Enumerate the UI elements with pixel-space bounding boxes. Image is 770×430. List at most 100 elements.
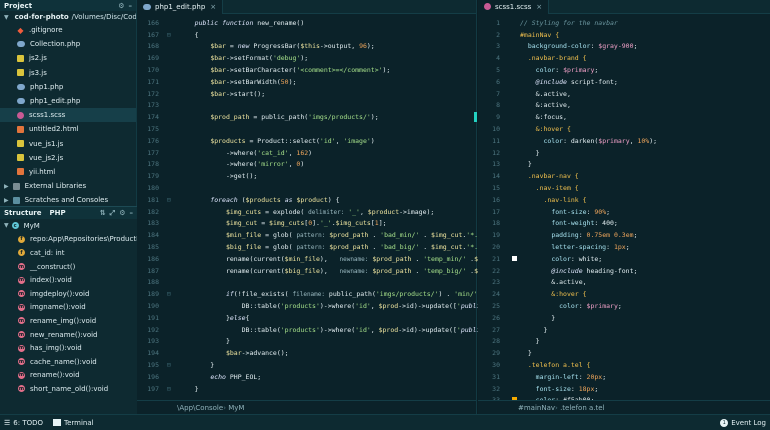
file-item[interactable]: js2.js (0, 51, 136, 65)
code-line[interactable]: 186 rename(current($min_file), newname: … (137, 253, 525, 265)
tab-php[interactable]: PHP (50, 209, 66, 217)
code-line[interactable]: 17 font-size: 90%; (478, 206, 770, 218)
code-line[interactable]: 175 (137, 123, 476, 135)
structure-class[interactable]: ▼ c MyM (0, 219, 137, 233)
sort-icon[interactable]: ⇅ (100, 209, 106, 218)
code-line[interactable]: 8 &:active, (478, 100, 770, 112)
structure-member[interactable]: m imgname():void (0, 301, 137, 315)
file-item[interactable]: untitled2.html (0, 122, 136, 136)
code-line[interactable]: 195 ⊟ } (137, 359, 476, 371)
file-item[interactable]: vue_js1.js (0, 137, 136, 151)
chevron-down-icon[interactable]: ▼ (4, 14, 9, 21)
file-item[interactable]: yii.html (0, 165, 136, 179)
code-line[interactable]: 177 ->where('cat_id', 162) (137, 147, 476, 159)
code-line[interactable]: 183 $img_cut = $img_cuts[0].'_'.$img_cut… (137, 218, 476, 230)
code-line[interactable]: 180 (137, 182, 476, 194)
code-line[interactable]: 13 } (478, 159, 770, 171)
structure-member[interactable]: f cat_id: int (0, 246, 137, 260)
breadcrumb-item[interactable]: MyM (223, 404, 244, 412)
code-line[interactable]: 168 $bar = new ProgressBar($this->output… (137, 41, 476, 53)
project-title[interactable]: Project (4, 2, 32, 10)
todo-tool[interactable]: ☰ 6: TODO (4, 419, 43, 427)
code-area-right[interactable]: 1 // Styling for the navbar 2 #mainNav {3 b… (478, 17, 770, 406)
settings-icon[interactable]: ⚙ (119, 209, 125, 218)
structure-member[interactable]: m __construct() (0, 260, 137, 274)
code-line[interactable]: 174 $prod_path = public_path('imgs/produ… (137, 111, 476, 123)
code-line[interactable]: 172 $bar->start(); (137, 88, 476, 100)
code-line[interactable]: 19 padding: 0.75em 0.3em; (478, 229, 770, 241)
code-line[interactable]: 27 } (478, 324, 770, 336)
chevron-down-icon[interactable]: ▼ (4, 222, 9, 229)
code-line[interactable]: 185 $big_file = glob( pattern: $prod_pat… (137, 241, 501, 253)
code-line[interactable]: 178 ->where('mirror', 0) (137, 159, 476, 171)
structure-member[interactable]: m rename_img():void (0, 314, 137, 328)
code-line[interactable]: 24 &:hover { (478, 288, 770, 300)
code-line[interactable]: 190 DB::table('products')->where('id', $… (137, 300, 519, 312)
external-libraries[interactable]: ▶ External Libraries (0, 179, 136, 193)
code-line[interactable]: 15 .nav-item { (478, 182, 770, 194)
structure-member[interactable]: f repo:App\Repositories\ProductRepo (0, 233, 137, 247)
code-line[interactable]: 167 ⊟ { (137, 29, 476, 41)
file-item[interactable]: js3.js (0, 66, 136, 80)
code-line[interactable]: 179 ->get(); (137, 170, 476, 182)
structure-member[interactable]: m imgdeploy():void (0, 287, 137, 301)
tab-structure[interactable]: Structure (4, 209, 42, 217)
project-root[interactable]: ▼ cod-for-photo /Volumes/Disc/Code/cod… (0, 11, 136, 23)
code-line[interactable]: 14 .navbar-nav { (478, 170, 770, 182)
structure-member[interactable]: m short_name_old():void (0, 382, 137, 396)
event-log-tool[interactable]: 1 Event Log (720, 418, 766, 427)
code-line[interactable]: 25 color: $primary; (478, 300, 770, 312)
structure-member[interactable]: m index():void (0, 273, 137, 287)
code-line[interactable]: 184 $min_file = glob( pattern: $prod_pat… (137, 229, 501, 241)
code-line[interactable]: 20 letter-spacing: 1px; (478, 241, 770, 253)
tab-scss1[interactable]: scss1.scss × (478, 0, 550, 14)
code-line[interactable]: 4 .navbar-brand { (478, 52, 770, 64)
code-line[interactable]: 173 (137, 100, 476, 112)
file-item[interactable]: php1.php (0, 80, 136, 94)
code-line[interactable]: 28 } (478, 336, 770, 348)
breadcrumb-item[interactable]: #mainNav (518, 404, 555, 412)
minimize-icon[interactable]: – (129, 2, 133, 10)
code-line[interactable]: 191 }else{ (137, 312, 476, 324)
terminal-tool[interactable]: Terminal (53, 419, 94, 427)
file-item[interactable]: ◆ .gitignore (0, 23, 136, 37)
code-line[interactable]: 26 } (478, 312, 770, 324)
settings-icon[interactable]: ⚙ (118, 2, 124, 10)
close-icon[interactable]: × (536, 3, 542, 11)
code-line[interactable]: 1 // Styling for the navbar (478, 17, 770, 29)
code-line[interactable]: 170 $bar->setBarCharacter('<comment>=</c… (137, 64, 476, 76)
structure-member[interactable]: m rename():void (0, 369, 137, 383)
minimize-icon[interactable]: – (130, 209, 134, 218)
code-line[interactable]: 31 margin-left: 20px; (478, 371, 770, 383)
code-line[interactable]: 166 public function new_rename() (137, 17, 476, 29)
code-line[interactable]: 194 $bar->advance(); (137, 347, 476, 359)
code-line[interactable]: 10 &:hover { (478, 123, 770, 135)
code-line[interactable]: 176 $products = Product::select('id', 'i… (137, 135, 476, 147)
file-item[interactable]: Collection.php (0, 37, 136, 51)
chevron-right-icon[interactable]: ▶ (4, 183, 9, 190)
code-line[interactable]: 9 &:focus, (478, 111, 770, 123)
tab-php1-edit[interactable]: php1_edit.php × (137, 0, 224, 14)
breadcrumb-item[interactable]: \App\Console (177, 404, 223, 412)
code-line[interactable]: 30 .telefon a.tel { (478, 359, 770, 371)
structure-member[interactable]: m cache_name():void (0, 355, 137, 369)
file-item[interactable]: php1_edit.php (0, 94, 136, 108)
code-line[interactable]: 192 DB::table('products')->where('id', $… (137, 324, 519, 336)
code-line[interactable]: 6 @include script-font; (478, 76, 770, 88)
code-line[interactable]: 3 background-color: $gray-900; (478, 41, 770, 53)
code-line[interactable]: 189 ⊟ if(!file_exists( filename: public_p… (137, 288, 528, 300)
code-line[interactable]: 193 } (137, 336, 476, 348)
code-line[interactable]: 187 rename(current($big_file), newname: … (137, 265, 525, 277)
code-line[interactable]: 197 ⊟ } (137, 383, 476, 395)
code-line[interactable]: 12 } (478, 147, 770, 159)
structure-member[interactable]: m new_rename():void (0, 328, 137, 342)
close-icon[interactable]: × (210, 3, 216, 11)
chevron-right-icon[interactable]: ▶ (4, 197, 9, 204)
code-line[interactable]: 5 color: $primary; (478, 64, 770, 76)
code-line[interactable]: 11 color: darken($primary, 10%); (478, 135, 770, 147)
code-line[interactable]: 171 $bar->setBarWidth(50); (137, 76, 476, 88)
code-line[interactable]: 188 (137, 277, 476, 289)
expand-icon[interactable]: ⤢ (110, 209, 116, 218)
code-line[interactable]: 196 echo PHP_EOL; (137, 371, 476, 383)
code-line[interactable]: 18 font-weight: 400; (478, 218, 770, 230)
